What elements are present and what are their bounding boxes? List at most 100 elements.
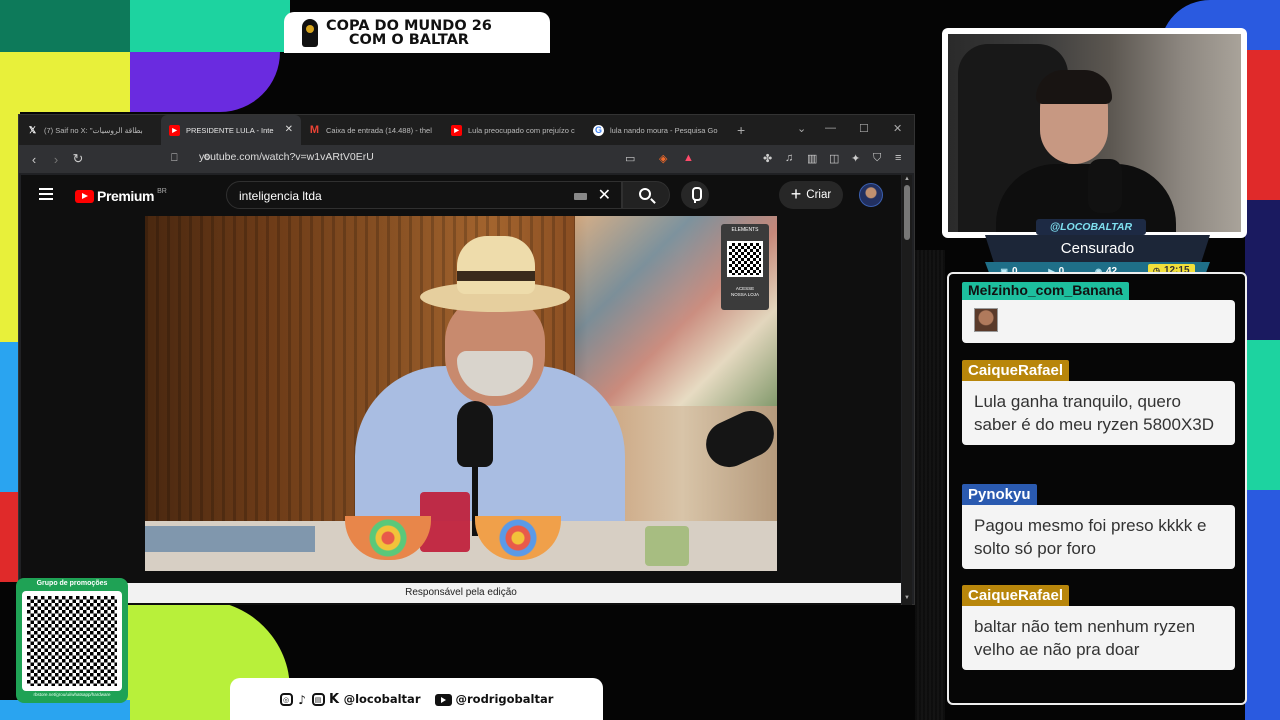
qr-brand: ELEMENTS <box>731 227 759 233</box>
stream-title-line-2: COM O BALTAR <box>348 31 469 48</box>
brave-rewards-icon[interactable]: ▲ <box>683 152 694 164</box>
qr-code <box>727 241 763 277</box>
tab-label: (7) Saif no X: "بطاقة الروسيات <box>44 125 143 135</box>
bg-block <box>0 52 130 112</box>
stream-overlay: COPA DO MUNDO 26 COM O BALTAR 𝕏 (7) Saif… <box>0 0 1280 720</box>
green-glass <box>645 526 689 566</box>
bg-block <box>130 52 280 112</box>
chat-username: CaiqueRafael <box>962 360 1070 381</box>
x-logo-icon: 𝕏 <box>28 124 37 135</box>
search-icon <box>639 188 651 200</box>
promo-qr <box>22 591 122 691</box>
social-group-2: @rodrigobaltar <box>434 692 554 706</box>
wallet-icon[interactable]: ◫ <box>829 152 839 165</box>
hamburger-menu-icon[interactable] <box>39 188 53 200</box>
chat-username: Melzinho_com_Banana <box>962 282 1129 300</box>
google-icon: G <box>593 124 604 136</box>
world-cup-trophy-icon <box>302 18 318 47</box>
video-qr-overlay: ELEMENTS ACESSE NOSSA LOJA <box>721 224 769 310</box>
socials-bar: ◎ ♪ ▤ K @locobaltar @rodrigobaltar <box>230 678 603 720</box>
cast-icon[interactable]: ▭ <box>625 152 635 165</box>
video-player[interactable]: ELEMENTS ACESSE NOSSA LOJA <box>145 216 777 571</box>
logo-text: Premium <box>97 188 155 204</box>
tab-youtube-active[interactable]: ▶ PRESIDENTE LULA - Inte ✕ <box>161 115 301 145</box>
tab-search-icon[interactable]: ⌄ <box>797 122 806 135</box>
extensions-icon[interactable]: ✤ <box>763 152 772 165</box>
bg-block <box>1245 340 1280 490</box>
keyboard-icon[interactable] <box>574 193 587 200</box>
close-window-icon[interactable]: ✕ <box>893 122 902 135</box>
streamer-mic <box>1088 159 1122 213</box>
hat-band <box>457 271 535 281</box>
youtube-play-icon <box>75 189 94 203</box>
brave-shield-icon[interactable]: ◈ <box>659 152 667 165</box>
back-icon[interactable]: ‹ <box>23 152 45 167</box>
sidebar-icon[interactable]: ▥ <box>807 152 817 165</box>
leo-ai-icon[interactable]: ✦ <box>851 152 860 165</box>
address-bar-row: ‹ › ↻ ⎕ ⚙ youtube.com/watch?v=w1vARtV0Er… <box>19 145 914 173</box>
youtube-page: Premium BR inteligencia ltda ✕ + Criar E… <box>21 175 901 605</box>
tab-label: PRESIDENTE LULA - Inte <box>186 125 274 135</box>
new-tab-button[interactable]: + <box>737 122 745 138</box>
kick-icon: K <box>329 692 340 707</box>
bg-block <box>0 342 20 492</box>
chat-message: Pynokyu Pagou mesmo foi preso kkkk e sol… <box>962 484 1235 569</box>
tab-bar: 𝕏 (7) Saif no X: "بطاقة الروسيات ▶ PRESI… <box>19 115 914 145</box>
social-handle: @rodrigobaltar <box>455 692 554 706</box>
reload-icon[interactable]: ↻ <box>67 151 89 167</box>
search-query: inteligencia ltda <box>239 189 322 203</box>
streamer-handle: @LOCOBALTAR <box>1036 219 1146 235</box>
social-group-1: ◎ ♪ ▤ K @locobaltar <box>279 692 421 707</box>
tab-label: Lula preocupado com prejuízo c <box>468 125 575 135</box>
vpn-icon[interactable]: ⛉ <box>873 152 881 165</box>
stream-title-banner: COPA DO MUNDO 26 COM O BALTAR <box>284 12 550 53</box>
promo-qr-card: Grupo de promoções rbstore.net/grou/ui/w… <box>16 578 128 703</box>
chat-text: Lula ganha tranquilo, quero saber é do m… <box>962 381 1235 445</box>
webcam-frame <box>942 28 1247 238</box>
maximize-icon[interactable]: ☐ <box>859 122 869 135</box>
tab-x[interactable]: 𝕏 (7) Saif no X: "بطاقة الروسيات <box>19 115 161 145</box>
create-button[interactable]: + Criar <box>779 181 843 209</box>
youtube-masthead: Premium BR inteligencia ltda ✕ + Criar <box>21 175 901 215</box>
bookmark-icon[interactable]: ⎕ <box>171 152 178 165</box>
instagram-icon: ◎ <box>279 693 293 706</box>
tab-youtube[interactable]: ▶ Lula preocupado com prejuízo c <box>443 115 585 145</box>
second-mic <box>698 403 777 475</box>
search-input[interactable]: inteligencia ltda ✕ <box>226 181 622 209</box>
chat-username: CaiqueRafael <box>962 585 1070 606</box>
twitch-icon: ▤ <box>311 693 325 706</box>
browser-window: 𝕏 (7) Saif no X: "بطاقة الروسيات ▶ PRESI… <box>18 114 915 605</box>
scroll-up-icon[interactable]: ▲ <box>904 176 910 182</box>
plus-icon: + <box>790 184 802 204</box>
bg-block <box>0 492 20 582</box>
avatar[interactable] <box>859 183 883 207</box>
scrollbar-thumb[interactable] <box>904 185 910 240</box>
scroll-down-icon[interactable]: ▼ <box>904 595 910 601</box>
tab-gmail[interactable]: M Caixa de entrada (14.488) - thel <box>301 115 443 145</box>
chat-message: CaiqueRafael Lula ganha tranquilo, quero… <box>962 360 1235 445</box>
bg-block <box>0 112 20 342</box>
promo-title: Grupo de promoções <box>36 580 108 587</box>
chat-text: baltar não tem nenhum ryzen velho ae não… <box>962 606 1235 670</box>
menu-icon[interactable]: ≡ <box>895 152 901 164</box>
media-icon[interactable]: ♫ <box>785 152 793 164</box>
tab-google[interactable]: G lula nando moura - Pesquisa Go <box>585 115 727 145</box>
tab-label: Caixa de entrada (14.488) - thel <box>326 125 432 135</box>
bg-block <box>130 0 290 52</box>
logo-region: BR <box>157 187 167 195</box>
scrollbar[interactable]: ▲ ▼ <box>902 175 912 605</box>
close-tab-icon[interactable]: ✕ <box>285 124 293 135</box>
bg-block <box>1245 50 1280 200</box>
clear-search-icon[interactable]: ✕ <box>598 185 611 205</box>
search-button[interactable] <box>622 181 670 209</box>
url-field[interactable]: youtube.com/watch?v=w1vARtV0ErU <box>199 151 374 163</box>
chat-username: Pynokyu <box>962 484 1037 505</box>
minimize-icon[interactable]: — <box>825 122 836 134</box>
voice-search-icon[interactable] <box>681 181 709 209</box>
bg-texture <box>915 250 945 720</box>
youtube-premium-logo[interactable]: Premium BR <box>75 188 167 204</box>
forward-icon[interactable]: › <box>45 152 67 167</box>
social-handle: @locobaltar <box>343 692 421 706</box>
chat-text: Pagou mesmo foi preso kkkk e solto só po… <box>962 505 1235 569</box>
create-label: Criar <box>806 189 832 201</box>
